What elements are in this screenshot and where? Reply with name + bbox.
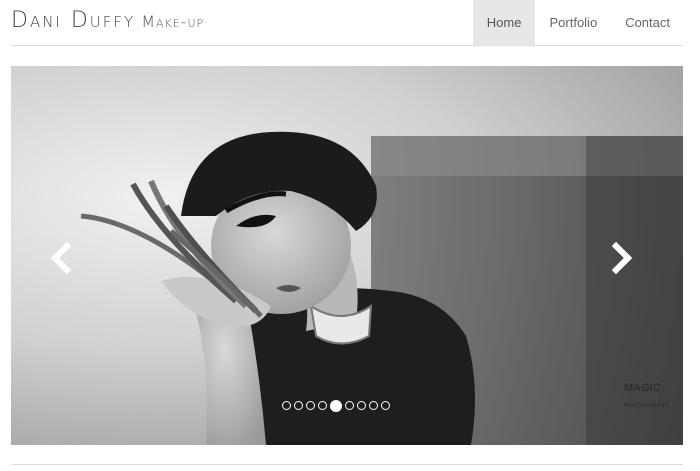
carousel-indicator-dot[interactable] [381, 401, 390, 410]
nav-item-home[interactable]: Home [472, 0, 536, 45]
carousel-slide-image [80, 131, 683, 445]
site-header: Dani Duffy Make-up Home Portfolio Contact [0, 0, 700, 46]
carousel-indicator-dot[interactable] [330, 400, 342, 412]
carousel-indicator-dot[interactable] [282, 401, 291, 410]
image-carousel[interactable]: MAGIC OWEN PHOTOGRAPHY [11, 66, 683, 445]
carousel-prev-button[interactable] [47, 238, 77, 278]
carousel-next-button[interactable] [606, 238, 636, 278]
chevron-left-icon [50, 241, 72, 275]
nav-item-contact[interactable]: Contact [611, 0, 684, 45]
brand-subtitle: Make-up [141, 12, 205, 31]
brand-logo[interactable]: Dani Duffy Make-up [11, 8, 204, 33]
carousel-indicator-dot[interactable] [318, 401, 327, 410]
carousel-indicator-dot[interactable] [369, 401, 378, 410]
photographer-watermark: MAGIC OWEN PHOTOGRAPHY [624, 383, 670, 411]
carousel-indicator-dot[interactable] [306, 401, 315, 410]
carousel-indicator-dot[interactable] [345, 401, 354, 410]
main-nav: Home Portfolio Contact [472, 0, 684, 45]
nav-item-portfolio[interactable]: Portfolio [535, 0, 611, 45]
brand-name: Dani Duffy [11, 8, 136, 33]
carousel-indicators [282, 400, 390, 413]
watermark-line2: OWEN [624, 391, 659, 403]
carousel-indicator-dot[interactable] [357, 401, 366, 410]
footer-divider [11, 464, 683, 465]
carousel-indicator-dot[interactable] [294, 401, 303, 410]
header-divider [11, 45, 683, 46]
watermark-line3: PHOTOGRAPHY [624, 403, 669, 409]
chevron-right-icon [611, 241, 633, 275]
